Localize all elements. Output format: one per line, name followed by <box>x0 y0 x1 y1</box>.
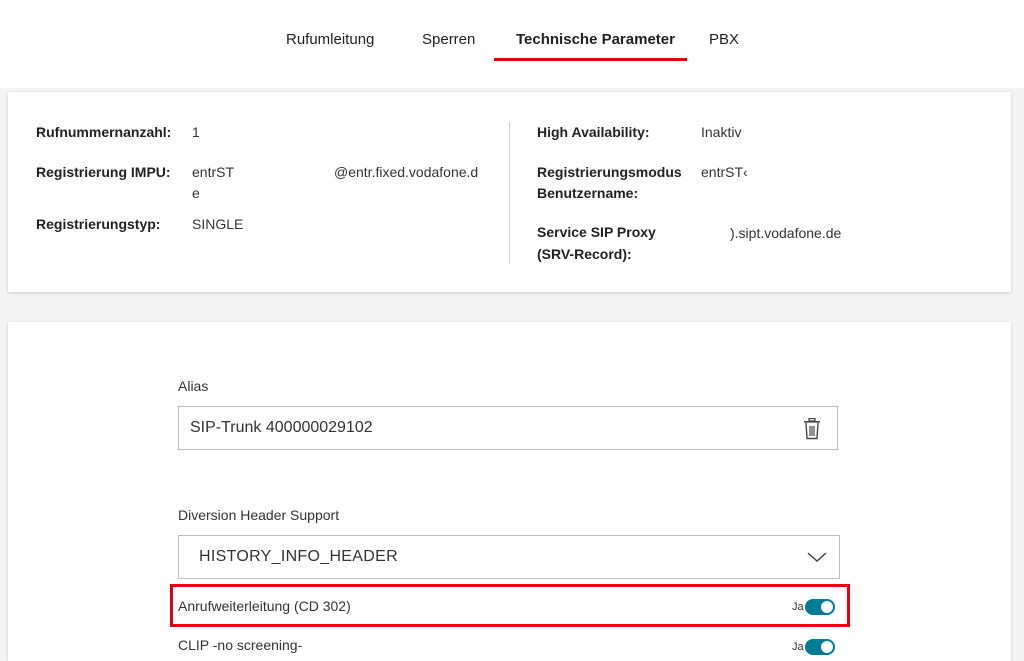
clip-no-screening-label: CLIP -no screening- <box>178 637 303 653</box>
impu-value-part2: e <box>192 185 200 201</box>
toggle-state-label: Ja <box>792 601 804 613</box>
registration-info-card: Rufnummernanzahl: 1 Registrierung IMPU: … <box>8 92 1011 292</box>
tab-technische-parameter[interactable]: Technische Parameter <box>516 30 675 60</box>
benutzername-label: Benutzername: <box>537 185 639 201</box>
tab-pbx[interactable]: PBX <box>709 30 739 60</box>
toggle-knob <box>821 641 833 653</box>
rufnummernanzahl-label: Rufnummernanzahl: <box>36 124 172 140</box>
chevron-down-icon <box>807 550 827 564</box>
toggle-switch[interactable] <box>805 599 835 615</box>
alias-label: Alias <box>178 378 209 394</box>
impu-value-domain: @entr.fixed.vodafone.d <box>334 164 479 180</box>
toggle-knob <box>821 601 833 613</box>
anrufweiterleitung-label: Anrufweiterleitung (CD 302) <box>178 598 351 614</box>
service-sip-proxy-label: Service SIP Proxy <box>537 224 656 240</box>
impu-label: Registrierung IMPU: <box>36 164 171 180</box>
tab-rufumleitung[interactable]: Rufumleitung <box>286 30 374 60</box>
toggle-switch[interactable] <box>805 639 835 655</box>
column-divider <box>509 122 510 264</box>
srv-record-label: (SRV-Record): <box>537 246 632 262</box>
diversion-select-value: HISTORY_INFO_HEADER <box>199 548 398 565</box>
service-sip-proxy-value: ).sipt.vodafone.de <box>730 225 842 241</box>
settings-form-card: Alias SIP-Trunk 400000029102 Diversion H… <box>8 322 1011 661</box>
impu-value-part1: entrST <box>192 164 235 180</box>
diversion-label: Diversion Header Support <box>178 507 340 523</box>
trash-icon[interactable] <box>803 417 821 440</box>
registrierungsmodus-value: entrST‹ <box>701 164 748 180</box>
toggle-state-label: Ja <box>792 641 804 653</box>
registrierungstyp-value: SINGLE <box>192 216 244 232</box>
rufnummernanzahl-value: 1 <box>192 124 200 140</box>
top-bar: Rufumleitung Sperren Technische Paramete… <box>0 0 1024 88</box>
registrierungsmodus-label: Registrierungsmodus <box>537 164 682 180</box>
active-tab-indicator <box>494 58 687 61</box>
high-availability-label: High Availability: <box>537 124 650 140</box>
alias-input-value: SIP-Trunk 400000029102 <box>190 419 373 436</box>
tab-sperren[interactable]: Sperren <box>422 30 475 60</box>
high-availability-value: Inaktiv <box>701 124 742 140</box>
registrierungstyp-label: Registrierungstyp: <box>36 216 161 232</box>
diversion-select[interactable]: HISTORY_INFO_HEADER <box>178 535 840 579</box>
alias-input[interactable]: SIP-Trunk 400000029102 <box>178 406 838 450</box>
